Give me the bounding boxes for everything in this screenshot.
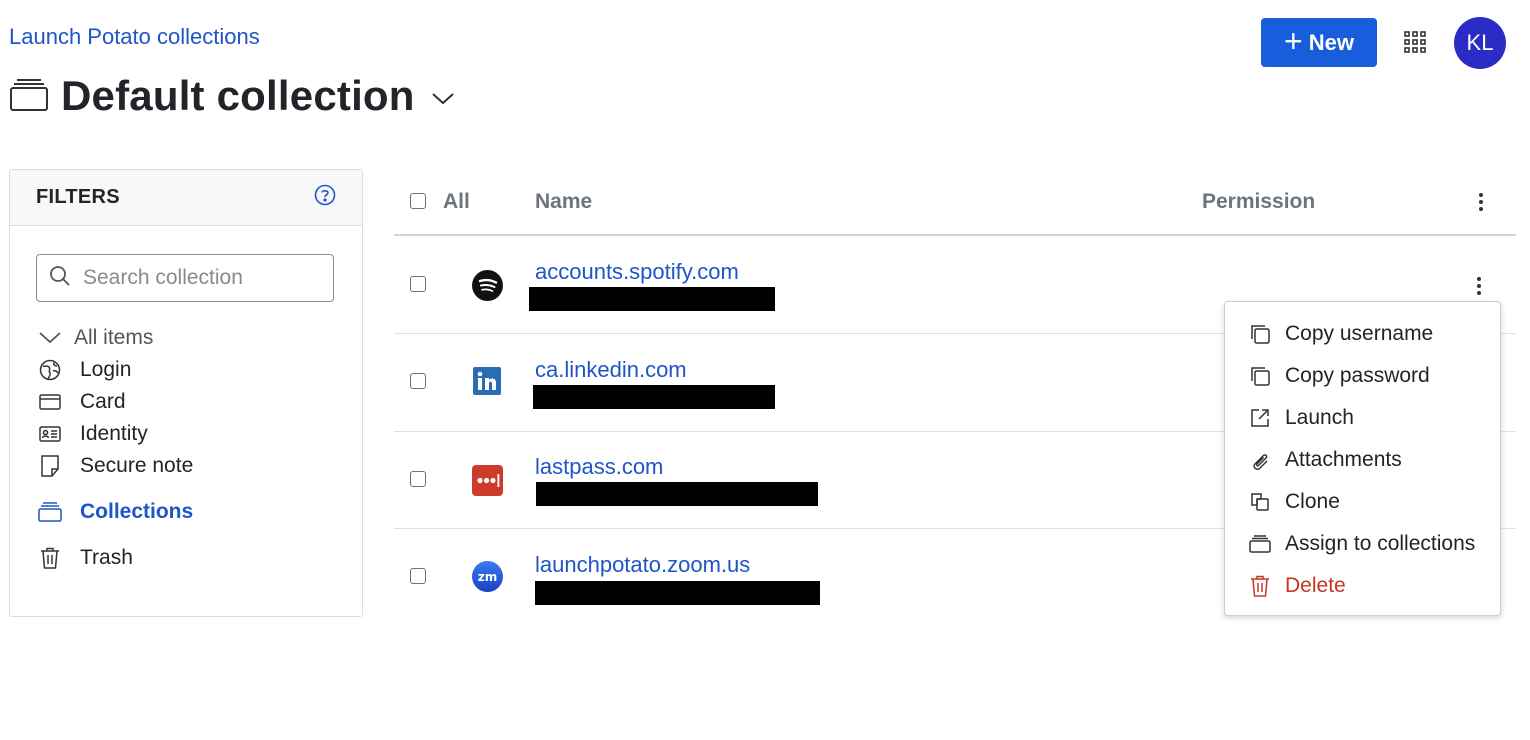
table-header: All Name Permission: [394, 170, 1516, 236]
clone-icon: [1249, 491, 1271, 513]
chevron-down-icon: [38, 326, 62, 350]
menu-item-assign-to-collections[interactable]: Assign to collections: [1249, 532, 1475, 556]
menu-item-copy-password[interactable]: Copy password: [1249, 364, 1430, 388]
collection-icon: [38, 500, 62, 524]
menu-item-label: Copy username: [1285, 322, 1434, 345]
launch-icon: [1249, 407, 1271, 429]
filter-login-label: Login: [80, 358, 132, 381]
chevron-down-icon[interactable]: [431, 92, 455, 111]
menu-item-label: Clone: [1285, 490, 1340, 513]
column-header-all: All: [443, 190, 470, 213]
copy-icon: [1249, 365, 1271, 387]
filter-identity[interactable]: Identity: [38, 422, 148, 446]
menu-item-attachments[interactable]: Attachments: [1249, 448, 1402, 472]
menu-item-label: Attachments: [1285, 448, 1402, 471]
filter-collections-label: Collections: [80, 500, 194, 523]
menu-item-label: Copy password: [1285, 364, 1430, 387]
note-icon: [38, 454, 62, 478]
trash-icon: [1249, 575, 1271, 597]
filters-panel: FILTERS All items: [9, 169, 363, 617]
collection-icon: [9, 76, 49, 117]
menu-item-delete[interactable]: Delete: [1249, 574, 1346, 598]
app-switcher-icon[interactable]: [1404, 31, 1426, 58]
help-icon[interactable]: [314, 184, 336, 211]
page-title: Default collection: [61, 72, 415, 119]
collection-icon: [1249, 533, 1271, 555]
item-name-link[interactable]: accounts.spotify.com: [535, 259, 739, 285]
globe-icon: [38, 358, 62, 382]
select-all-checkbox[interactable]: [410, 193, 426, 209]
filters-header: FILTERS: [10, 170, 362, 226]
filter-all-items-label: All items: [74, 326, 154, 349]
search-input[interactable]: [81, 265, 315, 291]
menu-item-copy-username[interactable]: Copy username: [1249, 322, 1433, 346]
redacted-username: [535, 581, 820, 605]
new-button-label: New: [1308, 29, 1354, 55]
menu-item-launch[interactable]: Launch: [1249, 406, 1354, 430]
lastpass-icon: [472, 465, 503, 496]
plus-icon: +: [1284, 23, 1303, 59]
row-options-icon[interactable]: [1476, 276, 1482, 301]
id-card-icon: [38, 422, 62, 446]
row-checkbox[interactable]: [410, 276, 426, 292]
row-checkbox[interactable]: [410, 373, 426, 389]
item-name-link[interactable]: ca.linkedin.com: [535, 357, 687, 383]
item-name-link[interactable]: lastpass.com: [535, 454, 663, 480]
row-checkbox[interactable]: [410, 568, 426, 584]
item-context-menu: Copy username Copy password Launch Attac…: [1224, 301, 1501, 616]
menu-item-label: Launch: [1285, 406, 1354, 429]
filter-identity-label: Identity: [80, 422, 148, 445]
redacted-username: [529, 287, 775, 311]
search-icon: [49, 265, 71, 292]
breadcrumb[interactable]: Launch Potato collections: [9, 24, 260, 50]
filters-title: FILTERS: [36, 186, 120, 208]
filter-login[interactable]: Login: [38, 358, 131, 382]
menu-item-clone[interactable]: Clone: [1249, 490, 1340, 514]
menu-item-label: Delete: [1285, 574, 1346, 597]
filter-trash[interactable]: Trash: [38, 546, 133, 570]
filter-card-label: Card: [80, 390, 126, 413]
copy-icon: [1249, 323, 1271, 345]
column-header-permission: Permission: [1202, 190, 1316, 213]
spotify-icon: [472, 270, 503, 301]
avatar[interactable]: KL: [1454, 17, 1506, 69]
search-collection-field[interactable]: [36, 254, 334, 302]
zoom-icon: zm: [472, 561, 503, 592]
row-checkbox[interactable]: [410, 471, 426, 487]
redacted-username: [536, 482, 818, 506]
menu-item-label: Assign to collections: [1285, 532, 1476, 555]
paperclip-icon: [1249, 449, 1271, 471]
filter-trash-label: Trash: [80, 546, 133, 569]
kebab-menu-icon[interactable]: [1478, 192, 1484, 217]
page-title-row: Default collection: [9, 72, 455, 120]
redacted-username: [533, 385, 775, 409]
new-button[interactable]: + New: [1261, 18, 1377, 67]
filter-all-items[interactable]: All items: [38, 326, 153, 350]
svg-text:zm: zm: [478, 570, 498, 584]
item-name-link[interactable]: launchpotato.zoom.us: [535, 552, 750, 578]
credit-card-icon: [38, 390, 62, 414]
filter-collections[interactable]: Collections: [38, 500, 193, 524]
trash-icon: [38, 546, 62, 570]
linkedin-icon: [472, 366, 503, 397]
filter-secure-note[interactable]: Secure note: [38, 454, 193, 478]
column-header-name[interactable]: Name: [535, 190, 592, 214]
filter-card[interactable]: Card: [38, 390, 126, 414]
filter-secure-note-label: Secure note: [80, 454, 194, 477]
